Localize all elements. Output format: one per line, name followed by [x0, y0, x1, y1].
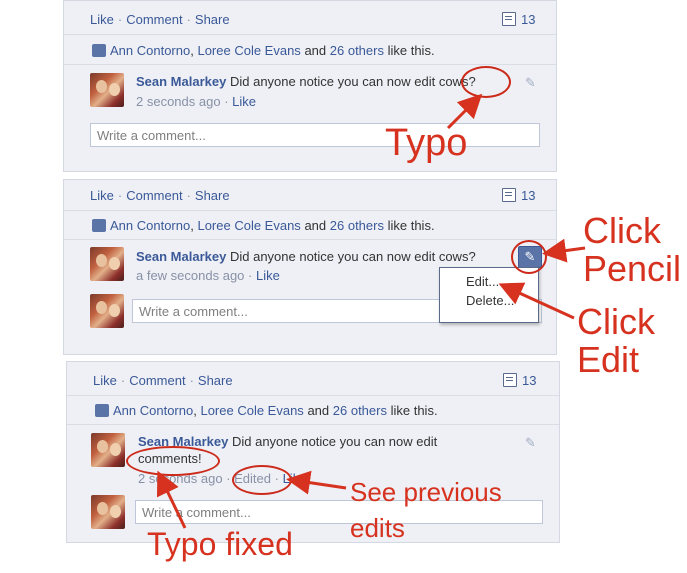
annotation-arrows: [156, 93, 586, 529]
